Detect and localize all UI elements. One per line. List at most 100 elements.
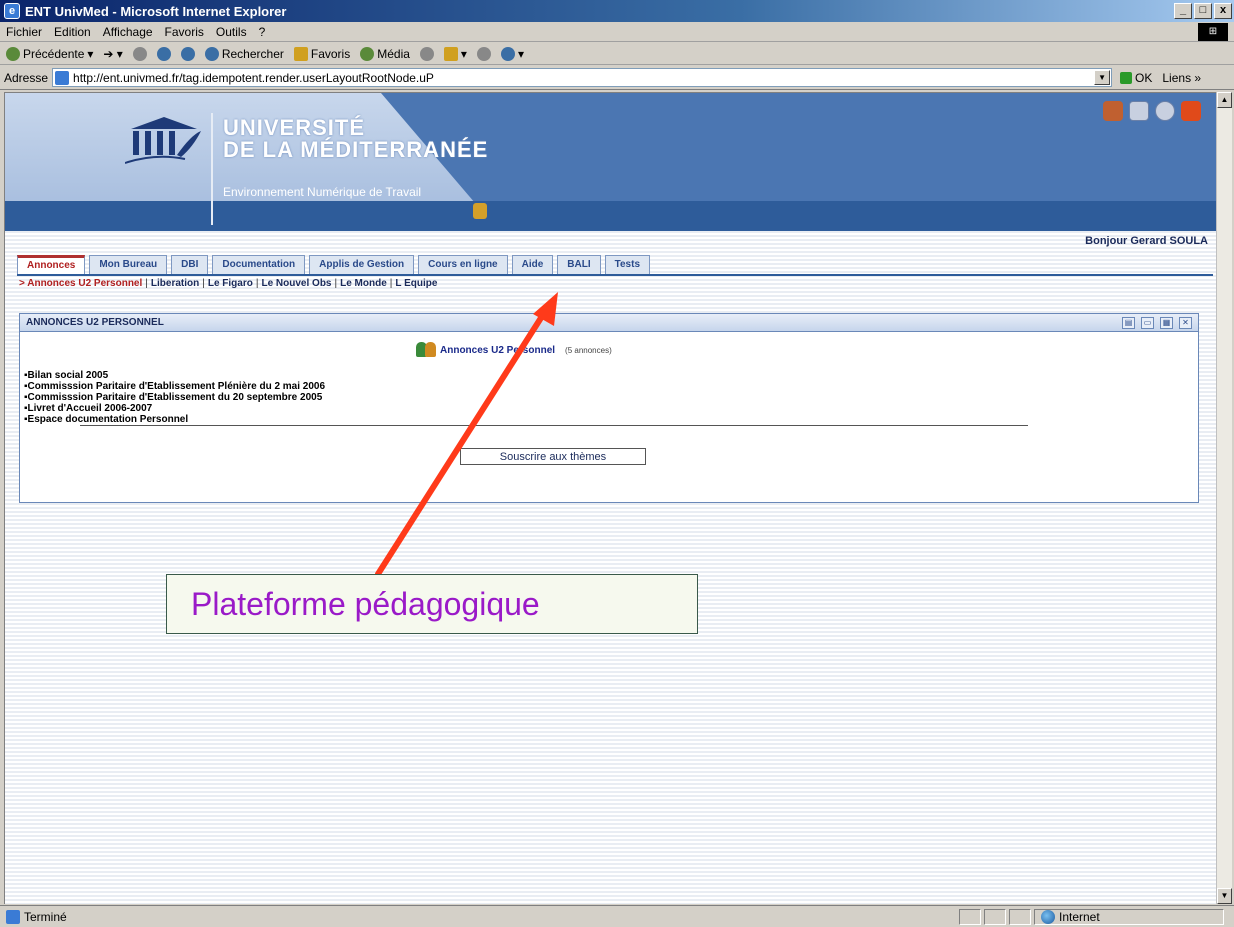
print-button[interactable] <box>476 46 491 61</box>
book-icon[interactable] <box>1129 101 1149 121</box>
menu-favorites[interactable]: Favoris <box>165 25 204 39</box>
menu-edit[interactable]: Edition <box>54 25 91 39</box>
refresh-button[interactable] <box>156 46 171 61</box>
close-channel-icon[interactable]: ✕ <box>1179 316 1192 329</box>
portal-tabs: Annonces Mon Bureau DBI Documentation Ap… <box>17 255 651 274</box>
close-button[interactable]: x <box>1214 3 1232 19</box>
list-item[interactable]: ▪Espace documentation Personnel <box>24 414 325 425</box>
edit-channel-icon[interactable]: ▦ <box>1160 316 1173 329</box>
home-icon[interactable] <box>1103 101 1123 121</box>
subscribe-themes-button[interactable]: Souscrire aux thèmes <box>460 448 646 465</box>
announcements-heading-title[interactable]: Annonces U2 Personnel <box>440 345 555 356</box>
search-label: Rechercher <box>221 46 284 61</box>
logout-icon[interactable] <box>1181 101 1201 121</box>
media-button[interactable]: Média <box>360 46 410 61</box>
list-item[interactable]: ▪Commisssion Paritaire d'Etablissement d… <box>24 392 325 403</box>
list-item-text: Livret d'Accueil 2006-2007 <box>27 403 153 414</box>
banner-toolbar <box>1103 101 1201 121</box>
address-dropdown-icon[interactable]: ▼ <box>1094 70 1111 85</box>
university-temple-logo-icon <box>125 117 201 164</box>
menu-bar: Fichier Edition Affichage Favoris Outils… <box>0 22 1234 42</box>
zone-label: Internet <box>1059 909 1100 924</box>
tab-cours-en-ligne[interactable]: Cours en ligne <box>418 255 508 274</box>
tab-applis-de-gestion[interactable]: Applis de Gestion <box>309 255 415 274</box>
list-item[interactable]: ▪Bilan social 2005 <box>24 370 325 381</box>
logo-divider <box>211 113 213 225</box>
announcements-list: ▪Bilan social 2005 ▪Commisssion Paritair… <box>24 370 325 425</box>
subnav-liberation[interactable]: Liberation <box>151 278 199 289</box>
tab-mon-bureau[interactable]: Mon Bureau <box>89 255 168 274</box>
home-button[interactable] <box>180 46 195 61</box>
menu-file[interactable]: Fichier <box>6 25 42 39</box>
maximize-button[interactable]: □ <box>1194 3 1212 19</box>
list-item[interactable]: ▪Livret d'Accueil 2006-2007 <box>24 403 325 414</box>
tab-annonces[interactable]: Annonces <box>17 255 86 274</box>
scroll-up-icon[interactable]: ▲ <box>1217 92 1232 108</box>
page-icon <box>55 70 70 85</box>
ie-icon: e <box>4 3 20 19</box>
address-input[interactable] <box>73 70 1095 85</box>
tab-underline <box>17 274 1213 276</box>
page-viewport: UNIVERSITÉ DE LA MÉDITERRANÉE Environnem… <box>4 92 1216 904</box>
menu-view[interactable]: Affichage <box>103 25 153 39</box>
banner-strip <box>5 201 1216 231</box>
back-arrow-icon <box>6 46 20 61</box>
back-label: Précédente <box>23 46 85 61</box>
scroll-down-icon[interactable]: ▼ <box>1217 888 1232 904</box>
edit-button[interactable]: ▾ <box>500 46 524 61</box>
people-icon <box>416 342 438 358</box>
menu-tools[interactable]: Outils <box>216 25 247 39</box>
tab-bali[interactable]: BALI <box>557 255 601 274</box>
user-greeting: Bonjour Gerard SOULA <box>1085 235 1208 247</box>
subnav-le-monde[interactable]: Le Monde <box>340 278 387 289</box>
go-label: OK <box>1135 70 1153 85</box>
menu-help[interactable]: ? <box>259 25 266 39</box>
status-text: Terminé <box>24 909 67 924</box>
window-title: ENT UnivMed - Microsoft Internet Explore… <box>25 3 287 19</box>
address-bar: Adresse ▼ OK Liens » <box>0 66 1234 90</box>
vertical-scrollbar[interactable]: ▲ ▼ <box>1216 92 1232 904</box>
toolbar: Précédente ▾ ➔ ▾ Rechercher Favoris Médi… <box>0 43 1234 65</box>
gear-icon[interactable] <box>1155 101 1175 121</box>
go-button[interactable]: OK <box>1120 71 1152 85</box>
back-button[interactable]: Précédente ▾ <box>6 46 93 61</box>
tab-dbi[interactable]: DBI <box>171 255 209 274</box>
list-item[interactable]: ▪Commisssion Paritaire d'Etablissement P… <box>24 381 325 392</box>
subnav-current[interactable]: > Annonces U2 Personnel <box>19 278 142 289</box>
print-icon <box>476 46 491 61</box>
refresh-icon <box>156 46 171 61</box>
tab-documentation[interactable]: Documentation <box>212 255 306 274</box>
status-cell <box>1009 908 1031 925</box>
search-button[interactable]: Rechercher <box>204 46 284 61</box>
subnav-l-equipe[interactable]: L Equipe <box>395 278 437 289</box>
history-icon <box>419 46 434 61</box>
status-bar: Terminé Internet <box>0 905 1234 927</box>
subnav-sep: | <box>334 278 338 289</box>
tab-tests[interactable]: Tests <box>604 255 651 274</box>
university-name: UNIVERSITÉ DE LA MÉDITERRANÉE <box>223 117 488 161</box>
media-label: Média <box>377 46 410 61</box>
address-label: Adresse <box>4 70 49 85</box>
mail-button[interactable]: ▾ <box>443 46 467 61</box>
stop-button[interactable] <box>132 46 147 61</box>
university-name-line2: DE LA MÉDITERRANÉE <box>223 137 489 162</box>
list-item-text: Espace documentation Personnel <box>27 414 189 425</box>
favorites-button[interactable]: Favoris <box>293 46 350 61</box>
tab-aide[interactable]: Aide <box>511 255 554 274</box>
history-button[interactable] <box>419 46 434 61</box>
announcements-channel: ANNONCES U2 PERSONNEL ▤ ▭ ▦ ✕ Annonces U… <box>19 313 1199 503</box>
print-channel-icon[interactable]: ▤ <box>1122 316 1135 329</box>
list-item-text: Commisssion Paritaire d'Etablissement Pl… <box>27 381 326 392</box>
page-status-icon <box>6 909 20 924</box>
university-name-line1: UNIVERSITÉ <box>223 115 366 140</box>
links-button[interactable]: Liens » <box>1162 71 1201 85</box>
sub-navigation: > Annonces U2 Personnel | Liberation | Le Fi… <box>19 278 437 289</box>
portal-subtitle: Environnement Numérique de Travail <box>223 185 422 199</box>
announcements-heading: Annonces U2 Personnel (5 annonces) <box>416 342 612 358</box>
forward-button[interactable]: ➔ ▾ <box>103 47 122 61</box>
minimize-button[interactable]: _ <box>1174 3 1192 19</box>
subnav-le-figaro[interactable]: Le Figaro <box>208 278 253 289</box>
search-icon <box>204 46 219 61</box>
subnav-le-nouvel-obs[interactable]: Le Nouvel Obs <box>261 278 331 289</box>
minimize-channel-icon[interactable]: ▭ <box>1141 316 1154 329</box>
